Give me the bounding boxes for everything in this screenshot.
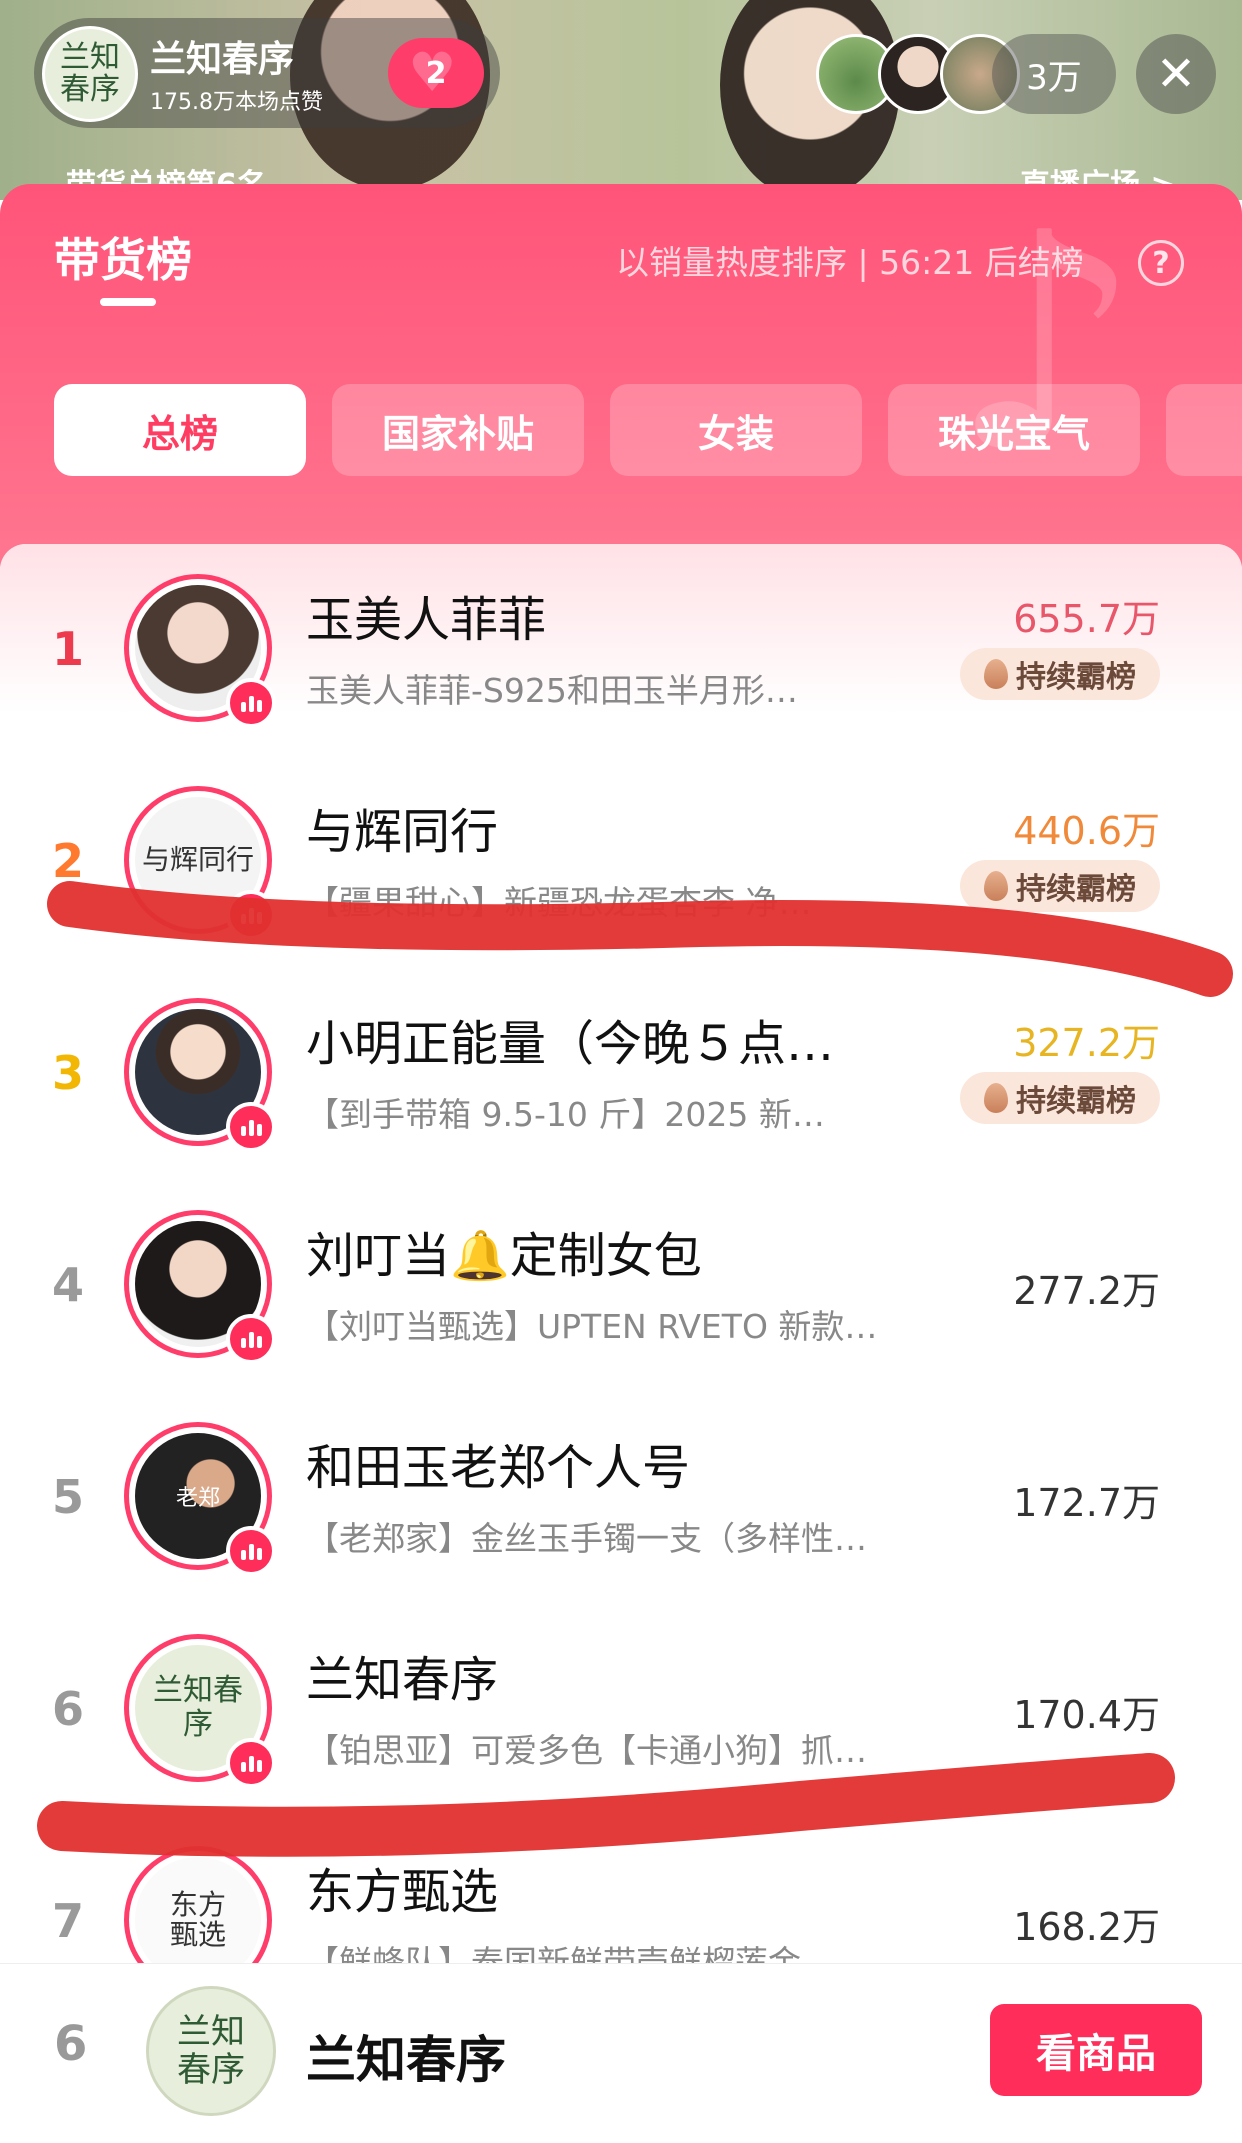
badge-label: 持续霸榜 <box>1016 1084 1136 1119</box>
host-name: 兰知春序 <box>150 39 295 80</box>
rank-number: 6 <box>51 1682 84 1736</box>
help-icon[interactable]: ? <box>1138 240 1184 286</box>
avatar-image: 东方甄选 <box>135 1857 261 1964</box>
product-title: 玉美人菲菲-S925和田玉半月形… <box>306 671 798 710</box>
streamer-name: 玉美人菲菲 <box>306 592 547 648</box>
streamer-name: 小明正能量（今晚５点… <box>306 1016 835 1072</box>
product-title: 【疆果甜心】新疆恐龙蛋杏李 净… <box>306 883 812 922</box>
product-title: 【到手带箱 9.5-10 斤】2025 新… <box>306 1095 825 1134</box>
product-title: 【刘叮当甄选】UPTEN RVETO 新款… <box>306 1307 878 1346</box>
status-badge: 持续霸榜 <box>960 860 1160 912</box>
sales-value: 170.4万 <box>1013 1693 1160 1737</box>
host-avatar[interactable]: 兰知 春序 <box>42 26 138 122</box>
sales-value: 172.7万 <box>1013 1481 1160 1525</box>
chip-more[interactable] <box>1166 384 1242 476</box>
rank-number: 7 <box>51 1894 84 1948</box>
live-indicator-icon <box>226 890 276 940</box>
live-indicator-icon <box>226 1314 276 1364</box>
ranking-row-1[interactable]: 1 玉美人菲菲 玉美人菲菲-S925和田玉半月形… 655.7万 持续霸榜 <box>0 544 1242 756</box>
product-title: 【鲜蜂队】泰国新鲜带壳鲜榴莲金… <box>306 1943 834 1964</box>
heart-count: 2 <box>425 55 447 91</box>
ranking-row-3[interactable]: 3 小明正能量（今晚５点… 【到手带箱 9.5-10 斤】2025 新… 327… <box>0 968 1242 1180</box>
streamer-name: 与辉同行 <box>306 804 499 860</box>
live-indicator-icon <box>226 1102 276 1152</box>
product-title: 【老郑家】金丝玉手镯一支（多样性… <box>306 1519 867 1558</box>
ranking-row-4[interactable]: 4 刘叮当🔔定制女包 【刘叮当甄选】UPTEN RVETO 新款… 277.2万 <box>0 1180 1242 1392</box>
chip-jewelry[interactable]: 珠光宝气 <box>888 384 1140 476</box>
chip-national-subsidy[interactable]: 国家补贴 <box>332 384 584 476</box>
fan-club-heart-button[interactable]: ♥ 2 <box>388 38 484 108</box>
chip-all[interactable]: 总榜 <box>54 384 306 476</box>
view-products-button[interactable]: 看商品 <box>990 2004 1202 2096</box>
chip-womens-wear[interactable]: 女装 <box>610 384 862 476</box>
ranking-row-2[interactable]: 2 与辉同行 与辉同行 【疆果甜心】新疆恐龙蛋杏李 净… 440.6万 持续霸榜 <box>0 756 1242 968</box>
streamer-name: 东方甄选 <box>306 1864 499 1920</box>
viewer-count[interactable]: 3万 <box>992 34 1116 114</box>
status-badge: 持续霸榜 <box>960 648 1160 700</box>
host-logo: 兰知 春序 <box>60 42 120 106</box>
host-logo-line-1: 兰知 <box>60 40 120 75</box>
live-stream-screen: 带货总榜第6名 直播广场 > 兰知春序 兰知春序 175.8万本场点赞 ♥ 2 … <box>0 0 1242 2143</box>
sales-value: 277.2万 <box>1013 1269 1160 1313</box>
streamer-name: 和田玉老郑个人号 <box>306 1440 691 1496</box>
live-indicator-icon <box>226 1526 276 1576</box>
ranking-row-6[interactable]: 6 兰知春序 兰知春序 【铂思亚】可爱多色【卡通小狗】抓… 170.4万 <box>0 1604 1242 1816</box>
close-icon[interactable]: ✕ <box>1136 34 1216 114</box>
rank-number: 3 <box>51 1046 84 1100</box>
tab-underline <box>100 298 156 306</box>
sales-value: 655.7万 <box>1013 597 1160 641</box>
my-logo-line-2: 春序 <box>177 2050 245 2090</box>
rank-number: 4 <box>51 1258 84 1312</box>
my-logo-line-1: 兰知 <box>177 2012 245 2052</box>
live-indicator-icon <box>226 678 276 728</box>
badge-label: 持续霸榜 <box>1016 872 1136 907</box>
ranking-row-7[interactable]: 7 东方甄选 东方甄选 【鲜蜂队】泰国新鲜带壳鲜榴莲金… 168.2万 <box>0 1816 1242 1964</box>
badge-label: 持续霸榜 <box>1016 660 1136 695</box>
product-title: 【铂思亚】可爱多色【卡通小狗】抓… <box>306 1731 867 1770</box>
avatar[interactable]: 东方甄选 <box>124 1846 272 1964</box>
my-rank-bar: 6 兰知 春序 兰知春序 看商品 <box>0 1963 1242 2143</box>
rank-number: 2 <box>51 834 84 888</box>
sales-value: 168.2万 <box>1013 1905 1160 1949</box>
ranking-list: 1 玉美人菲菲 玉美人菲菲-S925和田玉半月形… 655.7万 持续霸榜 2 … <box>0 544 1242 1964</box>
streamer-name: 刘叮当🔔定制女包 <box>306 1228 702 1284</box>
streamer-name: 兰知春序 <box>306 1652 499 1708</box>
panel-title[interactable]: 带货榜 <box>54 224 192 290</box>
live-indicator-icon <box>226 1738 276 1788</box>
sales-value: 440.6万 <box>1013 809 1160 853</box>
status-badge: 持续霸榜 <box>960 1072 1160 1124</box>
my-avatar[interactable]: 兰知 春序 <box>146 1986 276 2116</box>
rank-number: 5 <box>51 1470 84 1524</box>
flame-icon <box>984 871 1008 901</box>
flame-icon <box>984 659 1008 689</box>
rank-number: 1 <box>51 622 84 676</box>
sort-info: 以销量热度排序 | 56:21 后结榜 <box>616 243 1084 282</box>
sales-ranking-panel: ♪ 带货榜 以销量热度排序 | 56:21 后结榜 ? 总榜 国家补贴 女装 珠… <box>0 184 1242 2143</box>
flame-icon <box>984 1083 1008 1113</box>
ranking-row-5[interactable]: 5 老郑 和田玉老郑个人号 【老郑家】金丝玉手镯一支（多样性… 172.7万 <box>0 1392 1242 1604</box>
my-rank-number: 6 <box>54 2016 88 2072</box>
host-logo-line-2: 春序 <box>60 72 120 107</box>
host-likes: 175.8万本场点赞 <box>150 90 323 115</box>
my-name: 兰知春序 <box>306 2031 506 2089</box>
sales-value: 327.2万 <box>1013 1021 1160 1065</box>
my-avatar-logo: 兰知 春序 <box>177 2013 245 2089</box>
